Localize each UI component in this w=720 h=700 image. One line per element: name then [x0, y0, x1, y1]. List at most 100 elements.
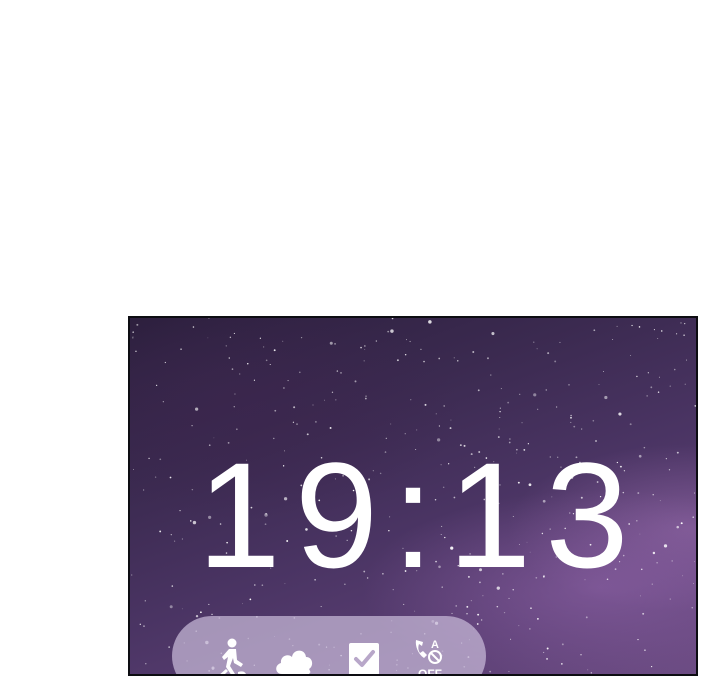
star: [660, 330, 663, 332]
star: [298, 371, 301, 374]
star: [390, 329, 394, 333]
star: [234, 393, 236, 395]
star: [486, 357, 489, 360]
star: [273, 349, 276, 352]
star: [312, 404, 314, 406]
star: [537, 408, 539, 410]
star: [537, 617, 539, 620]
star: [410, 399, 412, 401]
star: [489, 374, 492, 376]
star: [287, 380, 289, 382]
star: [335, 399, 337, 401]
star: [135, 350, 137, 353]
walking-person-icon[interactable]: [208, 636, 252, 674]
star: [364, 348, 366, 350]
star: [555, 406, 558, 408]
star: [144, 600, 146, 602]
star: [364, 397, 367, 400]
star: [428, 320, 432, 324]
star: [602, 371, 604, 372]
star: [443, 405, 445, 407]
star: [554, 360, 557, 363]
star: [647, 372, 649, 374]
star: [231, 368, 234, 370]
star: [644, 649, 646, 651]
svg-text:A: A: [431, 639, 439, 651]
star: [180, 348, 182, 350]
cloud-icon[interactable]: [272, 636, 316, 674]
star: [510, 638, 512, 640]
star: [680, 322, 682, 324]
star: [498, 428, 500, 430]
star: [453, 357, 455, 359]
star: [259, 337, 261, 339]
star: [403, 603, 405, 605]
star: [561, 643, 564, 646]
star: [340, 372, 342, 374]
star: [657, 337, 659, 339]
star: [499, 410, 501, 413]
star: [457, 360, 459, 362]
star: [590, 672, 593, 674]
star: [477, 613, 480, 616]
star: [132, 337, 134, 339]
lock-screen: 19:13 A OFF: [128, 316, 698, 676]
star: [314, 420, 317, 423]
star: [529, 628, 531, 630]
star: [521, 422, 523, 424]
star: [508, 670, 510, 673]
star: [573, 425, 576, 428]
star: [503, 611, 506, 614]
star: [164, 361, 166, 364]
star: [390, 423, 392, 425]
star: [466, 605, 469, 608]
star: [145, 663, 147, 665]
star: [300, 337, 303, 339]
star: [587, 669, 589, 671]
star: [169, 605, 173, 609]
star: [191, 425, 193, 427]
star: [530, 607, 532, 609]
star: [354, 380, 357, 383]
star: [543, 651, 545, 653]
star: [404, 353, 407, 356]
star: [405, 339, 407, 341]
star: [155, 384, 158, 386]
star: [211, 613, 213, 615]
star: [570, 414, 572, 417]
star: [282, 340, 284, 342]
star: [449, 427, 452, 429]
star: [581, 428, 583, 430]
star: [242, 603, 244, 605]
star: [489, 670, 492, 673]
star: [650, 386, 653, 389]
star: [653, 329, 655, 331]
checkbox-icon[interactable]: [342, 636, 386, 674]
star: [296, 423, 298, 425]
star: [691, 607, 693, 609]
star: [568, 384, 570, 386]
star: [409, 340, 411, 343]
star: [143, 625, 145, 628]
star: [592, 419, 595, 422]
star: [496, 605, 499, 608]
star: [292, 421, 295, 423]
star: [334, 343, 336, 345]
star: [500, 388, 502, 390]
star: [324, 399, 325, 401]
star: [423, 360, 425, 363]
star: [580, 654, 582, 656]
star: [263, 346, 265, 348]
star: [466, 613, 468, 615]
star: [547, 352, 550, 355]
star: [375, 340, 378, 342]
star: [536, 348, 538, 350]
star: [477, 389, 480, 392]
star: [329, 427, 332, 429]
star: [533, 341, 535, 343]
call-auto-answer-off-icon[interactable]: A OFF: [408, 636, 452, 674]
star: [545, 389, 547, 391]
star: [451, 612, 453, 614]
star: [396, 359, 399, 362]
star: [229, 336, 232, 339]
